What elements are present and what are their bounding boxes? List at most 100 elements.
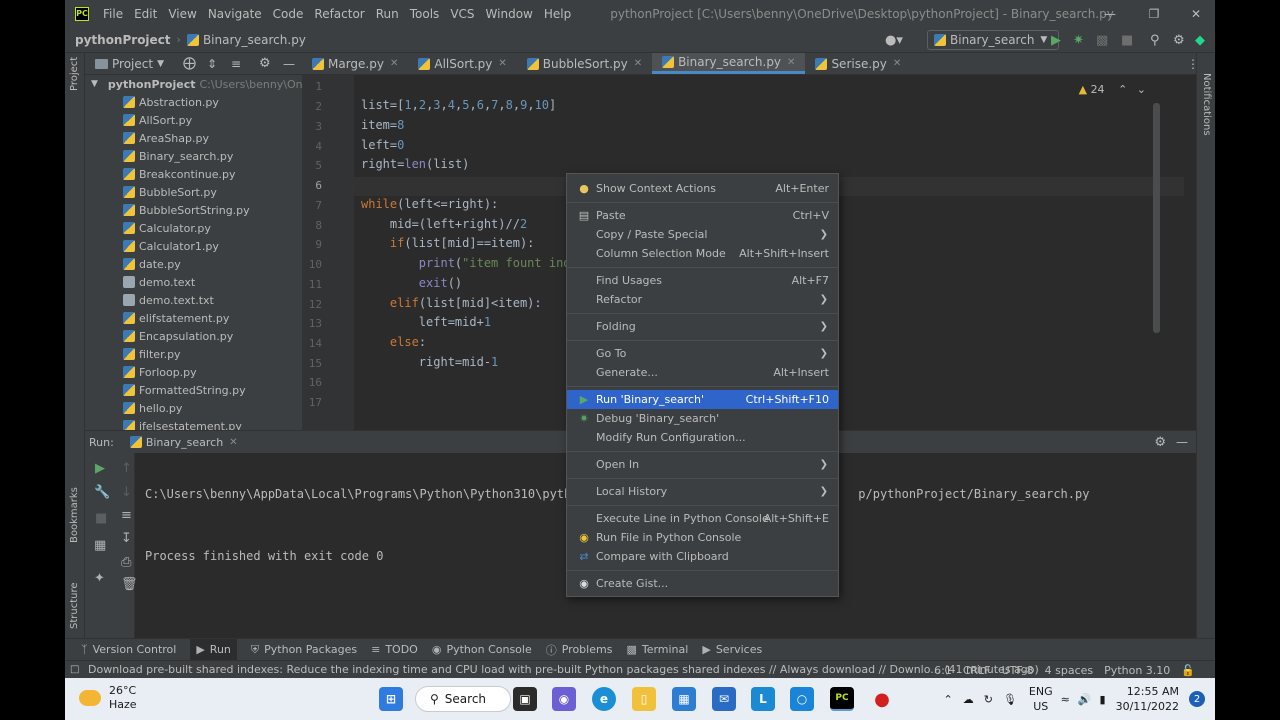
tree-item-file[interactable]: FormattedString.py (85, 381, 302, 399)
menu-item-local-history[interactable]: Local History ❯ (567, 482, 838, 501)
restore-button[interactable]: ❐ (1132, 0, 1176, 27)
gear-icon[interactable]: ⚙ (1154, 435, 1166, 450)
menu-navigate[interactable]: Navigate (208, 7, 262, 21)
tool-python-packages[interactable]: ⛨ Python Packages (251, 643, 357, 657)
close-icon[interactable]: ✕ (390, 58, 398, 69)
close-icon[interactable]: ✕ (229, 437, 237, 448)
edge-browser-icon[interactable]: e (592, 687, 616, 711)
l-app-icon[interactable]: L (751, 687, 775, 711)
recorder-icon[interactable]: ● (870, 687, 894, 711)
user-icon[interactable]: ●▾ (885, 27, 903, 53)
structure-tool-window-tab[interactable]: Structure (69, 582, 80, 629)
tree-item-file[interactable]: hello.py (85, 399, 302, 417)
tree-item-file[interactable]: Binary_search.py (85, 147, 302, 165)
sync-icon[interactable]: ↻ (984, 693, 993, 706)
gear-icon[interactable]: ⚙ (259, 56, 271, 71)
status-toggle-icon[interactable]: □ (70, 664, 79, 675)
close-icon[interactable]: ✕ (893, 58, 901, 69)
mail-icon[interactable]: ✉ (712, 687, 736, 711)
minimize-button[interactable]: — (1088, 0, 1132, 27)
pycharm-taskbar-icon[interactable]: PC (830, 687, 854, 711)
locate-icon[interactable]: ⨁ (183, 56, 196, 71)
menu-item-show-context-actions[interactable]: ● Show Context Actions Alt+Enter (567, 179, 838, 198)
hide-icon[interactable]: — (283, 57, 295, 71)
menu-run[interactable]: Run (376, 7, 399, 21)
tab-allsort[interactable]: AllSort.py ✕ (408, 53, 516, 74)
menu-item-create-gist[interactable]: ◉ Create Gist... (567, 574, 838, 593)
tree-item-file[interactable]: Abstraction.py (85, 93, 302, 111)
tree-item-file[interactable]: AllSort.py (85, 111, 302, 129)
tree-item-file[interactable]: Calculator1.py (85, 237, 302, 255)
chevron-up-icon[interactable]: ⌃ (944, 693, 953, 706)
menu-tools[interactable]: Tools (410, 7, 440, 21)
layout-icon[interactable]: ▦ (94, 538, 106, 553)
clock[interactable]: 12:55 AM 30/11/2022 (1116, 684, 1179, 714)
status-message[interactable]: Download pre-built shared indexes: Reduc… (88, 663, 1039, 676)
rerun-icon[interactable]: ▶ (95, 461, 105, 476)
breadcrumb-project[interactable]: pythonProject (75, 33, 171, 47)
tool-problems[interactable]: ⓘ Problems (546, 642, 613, 658)
close-button[interactable]: ✕ (1174, 0, 1215, 27)
python-interpreter[interactable]: Python 3.10 (1104, 664, 1170, 677)
wrench-icon[interactable]: 🔧 (94, 485, 110, 500)
expand-all-icon[interactable]: ⇕ (207, 57, 217, 71)
coverage-icon[interactable]: ▩ (1096, 27, 1108, 53)
close-icon[interactable]: ✕ (498, 58, 506, 69)
blue-app-icon[interactable]: ○ (790, 687, 814, 711)
stop-icon[interactable]: ■ (95, 511, 107, 526)
tree-item-file[interactable]: demo.text.txt (85, 291, 302, 309)
run-tab-label[interactable]: Binary_search (146, 436, 223, 449)
volume-icon[interactable]: 🔊 (1078, 693, 1092, 706)
tab-serise[interactable]: Serise.py ✕ (805, 53, 911, 74)
menu-window[interactable]: Window (486, 7, 533, 21)
windows-start-icon[interactable]: ⊞ (379, 687, 403, 711)
menu-file[interactable]: File (103, 7, 123, 21)
print-icon[interactable]: ⎙ (121, 555, 131, 570)
soft-wrap-icon[interactable]: ≡ (121, 508, 132, 523)
chevron-down-icon[interactable]: ▼ (157, 59, 164, 69)
notifications-tool-window-tab[interactable]: Notifications (1201, 73, 1212, 136)
project-tool-window-tab[interactable]: Project (69, 57, 80, 91)
menu-item-find-usages[interactable]: Find Usages Alt+F7 (567, 271, 838, 290)
tree-item-file[interactable]: elifstatement.py (85, 309, 302, 327)
menu-item-compare-with-clipboard[interactable]: ⇄ Compare with Clipboard (567, 547, 838, 566)
tool-python-console[interactable]: ◉ Python Console (432, 643, 532, 656)
menu-item-go-to[interactable]: Go To ❯ (567, 344, 838, 363)
indent-setting[interactable]: 4 spaces (1045, 664, 1094, 677)
menu-item-debug[interactable]: ✷ Debug 'Binary_search' (567, 409, 838, 428)
hide-icon[interactable]: — (1176, 435, 1188, 449)
jetbrains-toolbox-icon[interactable]: ◆ (1195, 27, 1205, 53)
tab-bubblesort[interactable]: BubbleSort.py ✕ (517, 53, 652, 74)
lock-icon[interactable]: 🔓 (1181, 664, 1195, 677)
tree-item-file[interactable]: Calculator.py (85, 219, 302, 237)
tree-item-file[interactable]: BubbleSort.py (85, 183, 302, 201)
menu-vcs[interactable]: VCS (450, 7, 474, 21)
language-indicator[interactable]: ENG US (1029, 684, 1053, 714)
tree-root[interactable]: ▼ pythonProject C:\Users\benny\OneDrive (85, 75, 302, 93)
cloud-icon[interactable]: ☁ (963, 693, 974, 706)
menu-item-run-file-in-console[interactable]: ◉ Run File in Python Console (567, 528, 838, 547)
tool-todo[interactable]: ≡ TODO (371, 643, 418, 656)
menu-item-open-in[interactable]: Open In ❯ (567, 455, 838, 474)
notification-badge[interactable]: 2 (1189, 691, 1205, 707)
tab-binary-search[interactable]: Binary_search.py ✕ (652, 53, 806, 74)
menu-item-column-selection-mode[interactable]: Column Selection Mode Alt+Shift+Insert (567, 244, 838, 263)
debug-icon[interactable]: ✷ (1073, 27, 1084, 53)
menu-edit[interactable]: Edit (134, 7, 157, 21)
taskbar-search[interactable]: ⚲ Search (415, 686, 511, 712)
stop-icon[interactable]: ■ (1121, 27, 1133, 53)
menu-item-modify-run-configuration[interactable]: Modify Run Configuration... (567, 428, 838, 447)
menu-item-generate[interactable]: Generate... Alt+Insert (567, 363, 838, 382)
menu-item-run[interactable]: ▶ Run 'Binary_search' Ctrl+Shift+F10 (567, 390, 838, 409)
menu-item-copy-paste-special[interactable]: Copy / Paste Special ❯ (567, 225, 838, 244)
trash-icon[interactable]: 🗑 (121, 577, 138, 592)
tool-services[interactable]: ▶ Services (702, 643, 762, 656)
menu-help[interactable]: Help (544, 7, 571, 21)
menu-item-paste[interactable]: ▤ Paste Ctrl+V (567, 206, 838, 225)
tree-item-file[interactable]: BubbleSortString.py (85, 201, 302, 219)
inspection-widget[interactable]: ▲ 24 ⌃ ⌄ (1079, 83, 1146, 96)
search-icon[interactable]: ⚲ (1150, 27, 1160, 53)
tab-marge[interactable]: Marge.py ✕ (302, 53, 408, 74)
pin-icon[interactable]: ✦ (94, 571, 105, 586)
bookmarks-tool-window-tab[interactable]: Bookmarks (69, 487, 80, 543)
